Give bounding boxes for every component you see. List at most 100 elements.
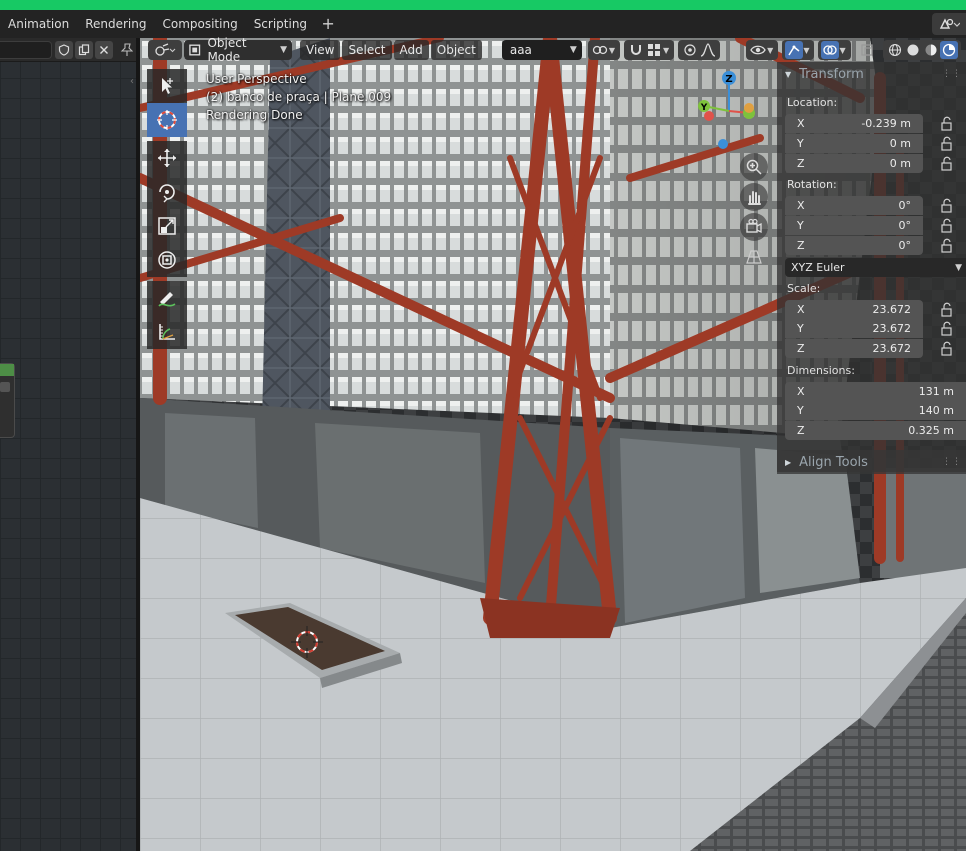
axis-label: Y: [797, 322, 804, 335]
rotation-x-field[interactable]: X 0°: [785, 196, 923, 215]
left-search-field[interactable]: [0, 41, 52, 59]
tab-scripting[interactable]: Scripting: [246, 10, 315, 38]
gizmo-toggle-group[interactable]: ▼: [782, 40, 815, 60]
fake-user-button[interactable]: [55, 41, 73, 59]
menu-object[interactable]: Object: [430, 40, 482, 60]
scale-x-field[interactable]: X 23.672: [785, 300, 923, 319]
gizmo-icon[interactable]: [785, 41, 804, 59]
drag-grip-icon[interactable]: ⋮⋮: [942, 457, 962, 467]
field-value: 0°: [898, 219, 912, 232]
node-header: [0, 364, 14, 376]
location-z-field[interactable]: Z 0 m: [785, 154, 923, 173]
node-dropdown-icon[interactable]: [0, 382, 10, 392]
drag-grip-icon[interactable]: ⋮⋮: [942, 69, 962, 79]
tab-animation[interactable]: Animation: [0, 10, 77, 38]
axis-label: X: [797, 385, 805, 398]
field-value: 0.325 m: [908, 424, 954, 437]
snapping-group[interactable]: ▼: [624, 40, 675, 60]
magnet-icon[interactable]: [627, 41, 645, 59]
gizmo-neg-z[interactable]: [718, 139, 728, 149]
align-tools-panel-header[interactable]: ▶ Align Tools ⋮⋮: [777, 450, 966, 474]
lock-icon[interactable]: [939, 321, 955, 337]
lock-icon[interactable]: [939, 116, 955, 132]
rotation-z-field[interactable]: Z 0°: [785, 236, 923, 255]
lock-icon[interactable]: [939, 136, 955, 152]
transform-panel-header[interactable]: ▼ Transform ⋮⋮: [777, 62, 966, 86]
proportional-edit-group[interactable]: [678, 40, 721, 60]
render-status-label: Rendering Done: [206, 108, 303, 122]
tool-move[interactable]: [147, 141, 187, 175]
rotation-y-field[interactable]: Y 0°: [785, 216, 923, 235]
lock-icon[interactable]: [939, 218, 955, 234]
lock-icon[interactable]: [939, 198, 955, 214]
transform-panel-title: Transform: [799, 66, 864, 82]
pan-button[interactable]: [740, 183, 768, 211]
tool-rotate[interactable]: [147, 175, 187, 209]
add-workspace-button[interactable]: +: [319, 10, 337, 38]
tool-scale[interactable]: [147, 209, 187, 243]
rendered-shading-icon[interactable]: [939, 41, 958, 59]
ortho-toggle-button[interactable]: [740, 243, 768, 271]
tool-select-box[interactable]: [147, 69, 187, 103]
rotation-mode-select[interactable]: XYZ Euler ▼: [785, 258, 966, 277]
mode-select[interactable]: Object Mode ▼: [184, 36, 292, 64]
xray-icon[interactable]: [858, 41, 876, 59]
location-x-field[interactable]: X -0.239 m: [785, 114, 923, 133]
gizmo-y-label: Y: [700, 103, 708, 113]
scale-y-field[interactable]: Y 23.672: [785, 319, 923, 338]
gizmo-x-axis[interactable]: [744, 103, 754, 113]
left-node-editor[interactable]: ‹: [0, 38, 136, 851]
move-icon: [158, 149, 176, 167]
scene-selector-button[interactable]: [932, 13, 966, 35]
shading-group[interactable]: [882, 40, 961, 60]
tool-annotate[interactable]: [147, 281, 187, 315]
overlays-icon[interactable]: [821, 41, 840, 59]
tool-transform[interactable]: [147, 243, 187, 277]
tab-rendering[interactable]: Rendering: [77, 10, 154, 38]
menu-add[interactable]: Add: [393, 40, 429, 60]
tool-measure[interactable]: [147, 315, 187, 349]
location-y-field[interactable]: Y 0 m: [785, 134, 923, 153]
unlink-button[interactable]: [95, 41, 113, 59]
pivot-point-group[interactable]: ▼: [587, 40, 620, 60]
tool-cursor[interactable]: [147, 103, 187, 137]
gizmo-neg-x[interactable]: [704, 111, 714, 121]
wireframe-shading-icon[interactable]: [886, 41, 904, 59]
pin-button[interactable]: [118, 41, 136, 59]
duplicate-button[interactable]: [75, 41, 93, 59]
proportional-edit-icon[interactable]: [681, 41, 699, 59]
axis-label: X: [797, 303, 805, 316]
overlays-group[interactable]: ▼: [818, 40, 851, 60]
node-fragment[interactable]: [0, 363, 15, 438]
tab-compositing[interactable]: Compositing: [154, 10, 245, 38]
pivot-icon[interactable]: [591, 41, 609, 59]
axis-label: Z: [797, 239, 805, 252]
mode-label: Object Mode: [207, 36, 247, 64]
dimensions-z-field[interactable]: Z 0.325 m: [785, 421, 966, 440]
snap-grid-icon[interactable]: [645, 41, 663, 59]
navigation-gizmo[interactable]: Z Y: [695, 70, 765, 150]
falloff-curve-icon[interactable]: [699, 41, 717, 59]
dimensions-x-field[interactable]: X 131 m: [785, 382, 966, 401]
chevron-down-icon: ▼: [663, 45, 670, 55]
scale-z-field[interactable]: Z 23.672: [785, 339, 923, 358]
lock-icon[interactable]: [939, 302, 955, 318]
lock-icon[interactable]: [939, 238, 955, 254]
field-value: 0 m: [889, 157, 911, 170]
zoom-button[interactable]: [740, 153, 768, 181]
lock-icon[interactable]: [939, 341, 955, 357]
camera-view-button[interactable]: [740, 213, 768, 241]
workspace-tabs: Animation Rendering Compositing Scriptin…: [0, 10, 966, 38]
lock-icon[interactable]: [939, 156, 955, 172]
visibility-group[interactable]: ▼: [746, 40, 779, 60]
solid-shading-icon[interactable]: [904, 41, 922, 59]
eye-icon[interactable]: [749, 41, 767, 59]
menu-view[interactable]: View: [300, 40, 341, 60]
transform-orientation-select[interactable]: aaa ▼: [501, 40, 582, 60]
menu-select[interactable]: Select: [342, 40, 392, 60]
axis-label: Z: [797, 157, 805, 170]
material-shading-icon[interactable]: [922, 41, 940, 59]
dimensions-y-field[interactable]: Y 140 m: [785, 401, 966, 420]
editor-type-button[interactable]: [148, 40, 182, 60]
xray-toggle[interactable]: [855, 40, 879, 60]
